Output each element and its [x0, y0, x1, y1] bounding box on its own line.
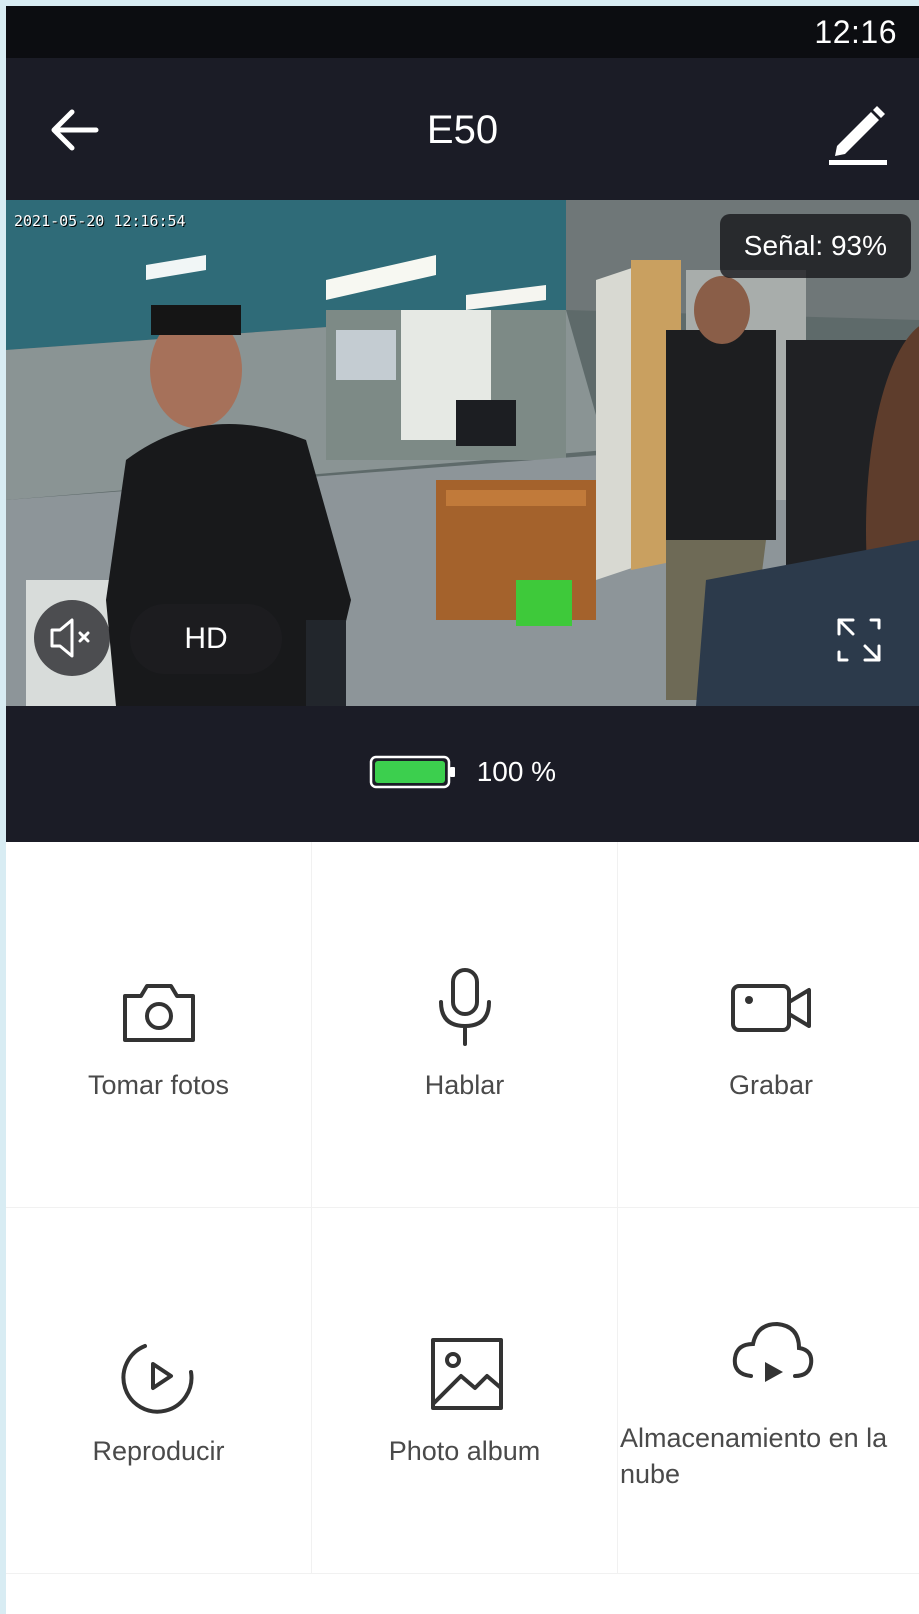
signal-strength-badge: Señal: 93%	[719, 214, 911, 278]
battery-status-bar: 100 %	[6, 706, 919, 842]
cloud-storage-label: Almacenamiento en la nube	[620, 1423, 888, 1489]
talk-button[interactable]: Hablar	[312, 842, 618, 1208]
fullscreen-button[interactable]	[831, 612, 887, 668]
record-label: Grabar	[728, 1070, 814, 1100]
mute-button[interactable]	[34, 600, 110, 676]
page-title: E50	[426, 108, 499, 152]
cloud-storage-button[interactable]: Almacenamiento en la nube	[618, 1208, 919, 1574]
app-bar: E50	[6, 58, 919, 200]
playback-label: Reproducir	[92, 1436, 225, 1466]
edit-button[interactable]	[823, 102, 893, 168]
take-photo-button[interactable]: Tomar fotos	[6, 842, 312, 1208]
status-time: 12:16	[814, 14, 897, 50]
playback-button[interactable]: Reproducir	[6, 1208, 312, 1574]
microphone-icon	[438, 968, 491, 1046]
photo-album-button[interactable]: Photo album	[312, 1208, 618, 1574]
record-button[interactable]: Grabar	[618, 842, 919, 1208]
video-quality-button[interactable]: HD	[130, 604, 282, 674]
camera-live-view[interactable]: 2021-05-20 12:16:54 Señal: 93% HD	[6, 200, 919, 706]
app-screen: 12:16 E50 2021-05-20 12:16:54 Señal: 93%…	[6, 6, 919, 1614]
status-bar: 12:16	[6, 6, 919, 58]
talk-label: Hablar	[424, 1070, 505, 1100]
camera-icon	[122, 984, 195, 1042]
battery-percentage: 100 %	[476, 756, 557, 787]
image-icon	[430, 1338, 503, 1410]
video-timestamp: 2021-05-20 12:16:54	[14, 212, 186, 230]
pencil-icon	[829, 106, 887, 165]
cloud-play-icon	[732, 1321, 814, 1382]
speaker-muted-icon	[50, 618, 90, 658]
take-photo-label: Tomar fotos	[87, 1070, 230, 1100]
photo-album-label: Photo album	[388, 1436, 541, 1466]
fullscreen-icon	[837, 618, 881, 662]
battery-icon	[369, 755, 455, 789]
video-camera-icon	[731, 984, 811, 1032]
playback-icon	[121, 1344, 193, 1414]
action-grid: Tomar fotos Hablar Grabar Reproducir Pho…	[6, 842, 919, 1614]
